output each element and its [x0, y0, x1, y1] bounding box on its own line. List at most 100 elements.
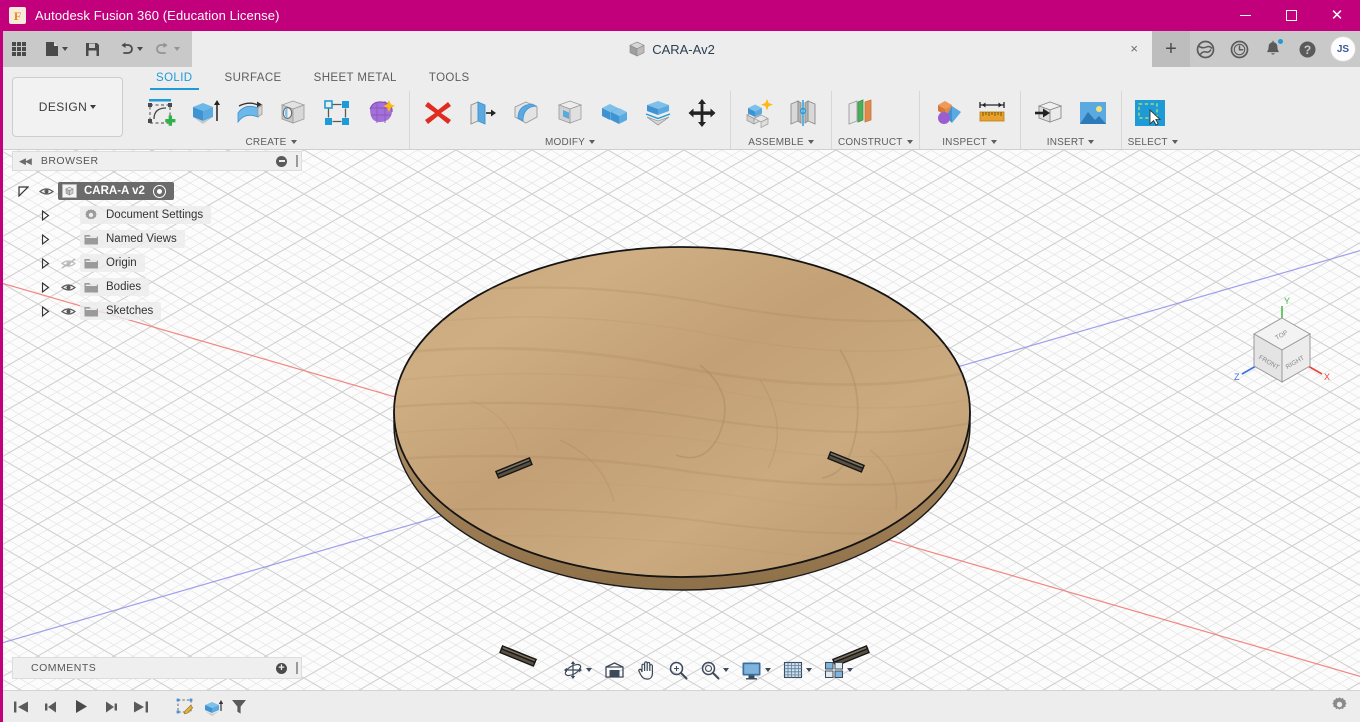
- comments-resize-grip[interactable]: [296, 662, 298, 674]
- undo-button[interactable]: [115, 34, 146, 64]
- split-body-icon[interactable]: [636, 91, 680, 135]
- visibility-eye-hidden-icon[interactable]: [56, 251, 80, 275]
- look-at-icon[interactable]: [601, 657, 628, 683]
- extrude-icon[interactable]: [183, 91, 227, 135]
- tree-node-bodies[interactable]: Bodies: [12, 275, 302, 299]
- skip-to-start-icon[interactable]: [8, 694, 34, 720]
- step-back-icon[interactable]: [38, 694, 64, 720]
- measure-icon[interactable]: [970, 91, 1014, 135]
- create-form-icon[interactable]: [359, 91, 403, 135]
- expand-arrow-icon[interactable]: [34, 275, 56, 299]
- tree-node-document-settings[interactable]: Document Settings: [12, 203, 302, 227]
- tree-node-pill[interactable]: Origin: [80, 254, 145, 272]
- timeline-settings-icon[interactable]: [1331, 696, 1348, 718]
- display-settings-icon[interactable]: [738, 657, 774, 683]
- tree-node-component[interactable]: CARA-A v2: [12, 179, 302, 203]
- comments-panel[interactable]: COMMENTS +: [12, 657, 302, 679]
- visibility-eye-icon[interactable]: [56, 275, 80, 299]
- chevron-down-icon[interactable]: [808, 140, 814, 144]
- help-icon[interactable]: ?: [1291, 33, 1323, 65]
- press-pull-delete-icon[interactable]: [416, 91, 460, 135]
- expand-arrow-icon[interactable]: [34, 227, 56, 251]
- expand-arrow-icon[interactable]: [12, 179, 34, 203]
- viewports-icon[interactable]: [821, 657, 856, 683]
- chevron-down-icon[interactable]: [291, 140, 297, 144]
- chevron-down-icon[interactable]: [847, 668, 853, 672]
- revolve-icon[interactable]: [227, 91, 271, 135]
- timeline-sketch-feature[interactable]: [172, 694, 198, 720]
- pan-icon[interactable]: [634, 657, 659, 683]
- new-tab-button[interactable]: +: [1152, 31, 1190, 67]
- shell-icon[interactable]: [548, 91, 592, 135]
- close-button[interactable]: ✕: [1314, 0, 1360, 31]
- browser-collapse-icon[interactable]: ◀◀: [19, 156, 31, 167]
- tree-node-sketches[interactable]: Sketches: [12, 299, 302, 323]
- avatar[interactable]: JS: [1330, 36, 1356, 62]
- workspace-selector-button[interactable]: DESIGN: [12, 77, 123, 137]
- tree-node-pill[interactable]: Document Settings: [80, 206, 211, 224]
- tab-close-icon[interactable]: ×: [1130, 42, 1138, 55]
- tab-solid[interactable]: SOLID: [140, 67, 209, 90]
- globe-icon[interactable]: [1189, 33, 1221, 65]
- app-grid-icon[interactable]: [6, 34, 32, 64]
- offset-plane-icon[interactable]: [838, 91, 882, 135]
- chevron-down-icon[interactable]: [907, 140, 913, 144]
- orbit-icon[interactable]: [560, 657, 595, 683]
- sweep-icon[interactable]: [271, 91, 315, 135]
- chevron-down-icon[interactable]: [765, 668, 771, 672]
- clock-icon[interactable]: [1223, 33, 1255, 65]
- expand-arrow-icon[interactable]: [34, 299, 56, 323]
- interference-icon[interactable]: [926, 91, 970, 135]
- press-pull-icon[interactable]: [460, 91, 504, 135]
- activate-component-radio[interactable]: [153, 185, 166, 198]
- skip-to-end-icon[interactable]: [128, 694, 154, 720]
- bell-icon[interactable]: [1257, 33, 1289, 65]
- play-icon[interactable]: [68, 694, 94, 720]
- combine-icon[interactable]: [592, 91, 636, 135]
- chevron-down-icon[interactable]: [806, 668, 812, 672]
- canvas-image-icon[interactable]: [1071, 91, 1115, 135]
- pattern-icon[interactable]: [315, 91, 359, 135]
- create-sketch-icon[interactable]: [139, 91, 183, 135]
- document-tab[interactable]: CARA-Av2 ×: [192, 31, 1152, 67]
- tree-node-pill[interactable]: Sketches: [80, 302, 161, 320]
- grid-snaps-icon[interactable]: [780, 657, 815, 683]
- chevron-down-icon[interactable]: [723, 668, 729, 672]
- visibility-eye-icon[interactable]: [56, 299, 80, 323]
- browser-resize-grip[interactable]: [296, 155, 298, 167]
- joint-icon[interactable]: [781, 91, 825, 135]
- chevron-down-icon[interactable]: [1088, 140, 1094, 144]
- tree-node-pill[interactable]: Bodies: [80, 278, 149, 296]
- step-forward-icon[interactable]: [98, 694, 124, 720]
- fillet-icon[interactable]: [504, 91, 548, 135]
- tab-tools[interactable]: TOOLS: [413, 67, 486, 90]
- expand-arrow-icon[interactable]: [34, 203, 56, 227]
- tree-node-origin[interactable]: Origin: [12, 251, 302, 275]
- insert-derive-icon[interactable]: [1027, 91, 1071, 135]
- new-component-icon[interactable]: [737, 91, 781, 135]
- visibility-eye-icon[interactable]: [34, 179, 58, 203]
- tab-surface[interactable]: SURFACE: [209, 67, 298, 90]
- tab-sheet-metal[interactable]: SHEET METAL: [298, 67, 413, 90]
- tree-node-named-views[interactable]: Named Views: [12, 227, 302, 251]
- new-file-button[interactable]: [42, 34, 71, 64]
- minimize-button[interactable]: [1222, 0, 1268, 31]
- chevron-down-icon[interactable]: [991, 140, 997, 144]
- move-copy-icon[interactable]: [680, 91, 724, 135]
- redo-button[interactable]: [152, 34, 183, 64]
- zoom-icon[interactable]: [665, 657, 691, 683]
- timeline-filter-icon[interactable]: [226, 694, 252, 720]
- browser-minimize-icon[interactable]: [276, 156, 287, 167]
- select-icon[interactable]: [1128, 91, 1172, 135]
- chevron-down-icon[interactable]: [589, 140, 595, 144]
- tree-node-pill[interactable]: Named Views: [80, 230, 185, 248]
- maximize-button[interactable]: [1268, 0, 1314, 31]
- timeline-extrude-feature[interactable]: [200, 694, 226, 720]
- add-comment-button[interactable]: +: [276, 663, 287, 674]
- expand-arrow-icon[interactable]: [34, 251, 56, 275]
- chevron-down-icon[interactable]: [586, 668, 592, 672]
- tree-node-pill[interactable]: CARA-A v2: [58, 182, 174, 200]
- fit-icon[interactable]: [697, 657, 732, 683]
- chevron-down-icon[interactable]: [1172, 140, 1178, 144]
- save-button[interactable]: [79, 34, 105, 64]
